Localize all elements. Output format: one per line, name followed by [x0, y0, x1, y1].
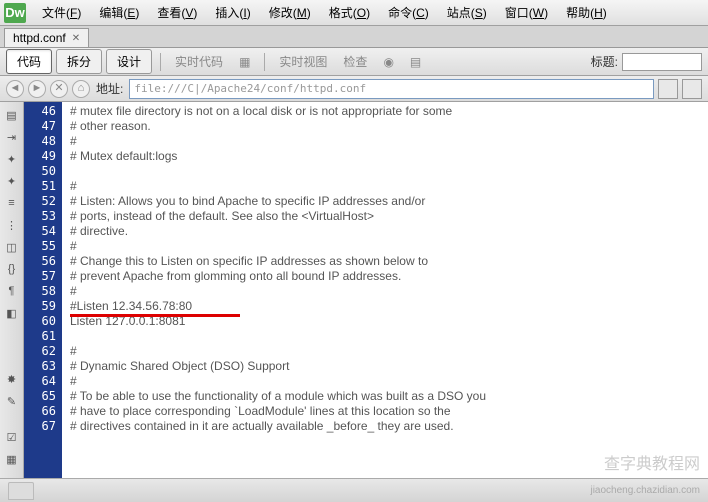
tab-httpd-conf[interactable]: httpd.conf ✕ — [4, 28, 89, 47]
tool-indent-icon[interactable]: ⋮ — [3, 216, 21, 234]
tool-line-icon[interactable]: ≡ — [3, 194, 21, 212]
menu-e[interactable]: 编辑(E) — [91, 1, 147, 24]
tool-highlight-icon[interactable]: ✸ — [3, 370, 21, 388]
tool-open-icon[interactable]: ▤ — [3, 106, 21, 124]
back-button[interactable]: ◄ — [6, 80, 24, 98]
live-code-icon[interactable]: ▦ — [233, 53, 256, 71]
title-bar: Dw 文件(F)编辑(E)查看(V)插入(I)修改(M)格式(O)命令(C)站点… — [0, 0, 708, 26]
tool-format-icon[interactable]: ▦ — [3, 450, 21, 468]
code-editor[interactable]: # mutex file directory is not on a local… — [62, 102, 708, 502]
address-input[interactable] — [129, 79, 654, 99]
view-code-button[interactable]: 代码 — [6, 49, 52, 74]
menu-s[interactable]: 站点(S) — [439, 1, 495, 24]
refresh-button[interactable] — [658, 79, 678, 99]
separator — [160, 53, 161, 71]
status-tab[interactable] — [8, 482, 34, 500]
live-code-button[interactable]: 实时代码 — [169, 51, 229, 72]
menu-m[interactable]: 修改(M) — [261, 1, 319, 24]
view-toolbar: 代码 拆分 设计 实时代码 ▦ 实时视图 检查 ◉ ▤ 标题: — [0, 48, 708, 76]
code-toolbar: ▤ ⇥ ✦ ✦ ≡ ⋮ ◫ {} ¶ ◧ ✸ ✎ ☑ ▦ — [0, 102, 24, 502]
menu-v[interactable]: 查看(V) — [149, 1, 205, 24]
tool-select-icon[interactable]: ✦ — [3, 172, 21, 190]
menu-i[interactable]: 插入(I) — [207, 1, 258, 24]
home-button[interactable]: ⌂ — [72, 80, 90, 98]
menu-bar: 文件(F)编辑(E)查看(V)插入(I)修改(M)格式(O)命令(C)站点(S)… — [34, 1, 615, 24]
menu-w[interactable]: 窗口(W) — [497, 1, 556, 24]
menu-f[interactable]: 文件(F) — [34, 1, 89, 24]
close-icon[interactable]: ✕ — [72, 33, 80, 44]
live-view-button[interactable]: 实时视图 — [273, 51, 333, 72]
forward-button[interactable]: ► — [28, 80, 46, 98]
editor-area: ▤ ⇥ ✦ ✦ ≡ ⋮ ◫ {} ¶ ◧ ✸ ✎ ☑ ▦ 46 47 48 49… — [0, 102, 708, 502]
menu-h[interactable]: 帮助(H) — [558, 1, 615, 24]
menu-c[interactable]: 命令(C) — [380, 1, 437, 24]
options-button[interactable] — [682, 79, 702, 99]
title-input[interactable] — [622, 53, 702, 71]
tool-validate-icon[interactable]: ☑ — [3, 428, 21, 446]
app-logo: Dw — [4, 3, 26, 23]
tool-comment-icon[interactable]: {} — [3, 260, 21, 278]
tool-icon[interactable]: ▤ — [404, 53, 427, 71]
tool-wrap-icon[interactable]: ¶ — [3, 282, 21, 300]
document-tabs: httpd.conf ✕ — [0, 26, 708, 48]
stop-button[interactable]: ✕ — [50, 80, 68, 98]
menu-o[interactable]: 格式(O) — [321, 1, 378, 24]
address-toolbar: ◄ ► ✕ ⌂ 地址: — [0, 76, 708, 102]
tool-collapse-icon[interactable]: ⇥ — [3, 128, 21, 146]
inspect-button[interactable]: 检查 — [337, 51, 373, 72]
title-label: 标题: — [591, 53, 618, 70]
tab-label: httpd.conf — [13, 31, 66, 45]
tool-expand-icon[interactable]: ✦ — [3, 150, 21, 168]
view-design-button[interactable]: 设计 — [106, 49, 152, 74]
tool-outdent-icon[interactable]: ◫ — [3, 238, 21, 256]
view-split-button[interactable]: 拆分 — [56, 49, 102, 74]
tool-snippet-icon[interactable]: ◧ — [3, 304, 21, 322]
address-label: 地址: — [96, 80, 123, 97]
status-bar — [0, 478, 708, 502]
tool-syntax-icon[interactable]: ✎ — [3, 392, 21, 410]
tool-icon[interactable]: ◉ — [377, 53, 399, 71]
separator — [264, 53, 265, 71]
line-gutter: 46 47 48 49 50 51 52 53 54 55 56 57 58 5… — [24, 102, 62, 502]
highlight-underline — [70, 314, 240, 317]
